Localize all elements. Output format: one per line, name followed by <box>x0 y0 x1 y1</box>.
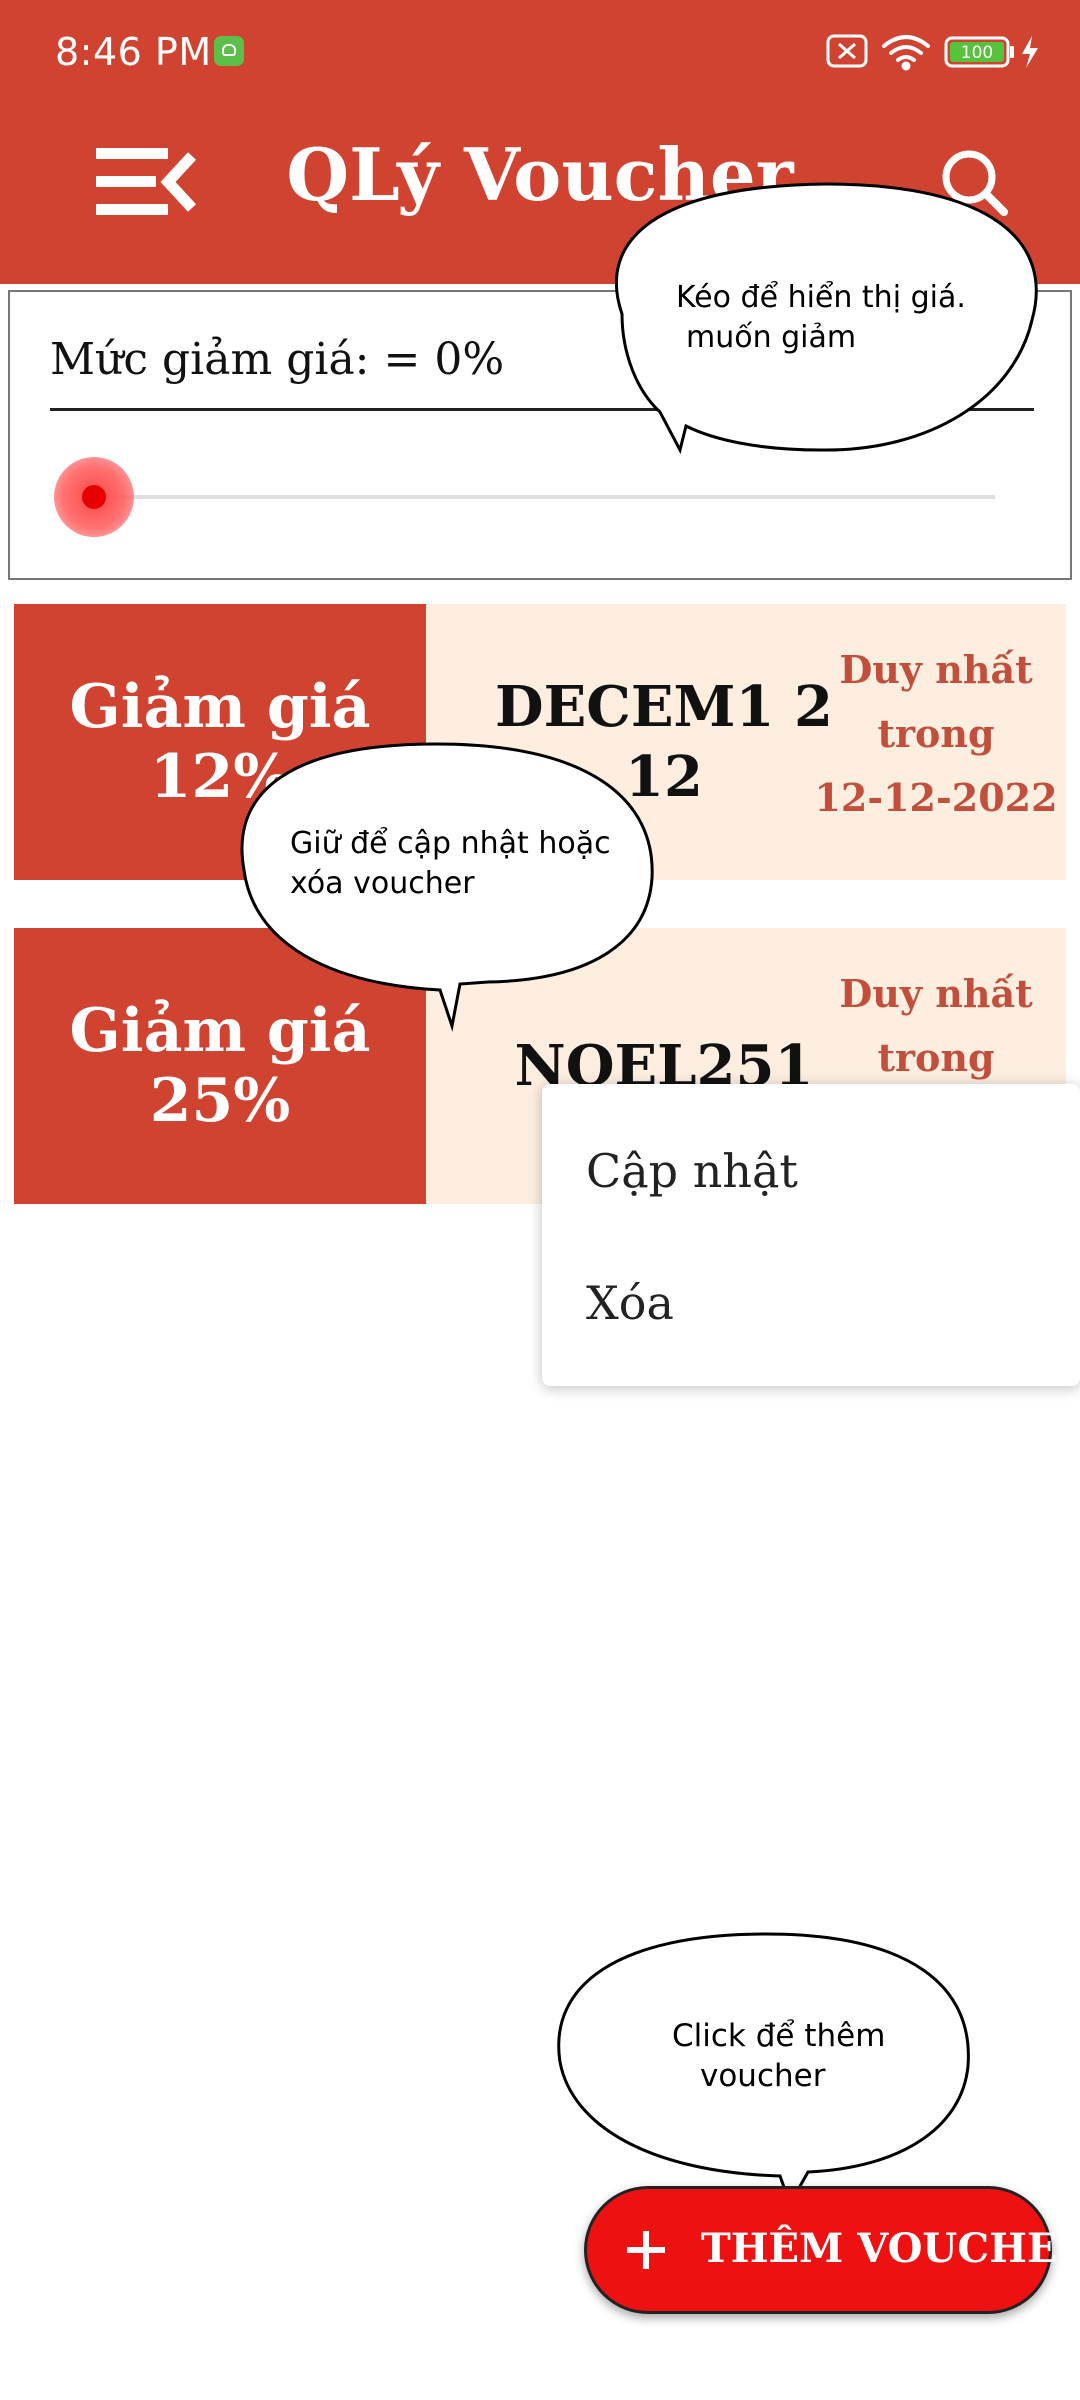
add-voucher-button[interactable]: THÊM VOUCHER <box>584 2186 1080 2314</box>
wifi-icon <box>882 35 930 71</box>
fab-hint-text: Click để thêm voucher <box>672 2016 885 2096</box>
voucher-expiry-line: Duy nhất <box>839 971 1033 1016</box>
add-voucher-label: THÊM VOUCHER <box>701 2225 1080 2272</box>
page-title: QLý Voucher <box>286 132 794 217</box>
discount-slider-thumb-dot[interactable] <box>82 485 106 509</box>
voucher-hint-text: Giữ để cập nhật hoặc xóa voucher <box>290 824 611 904</box>
status-icons: 100 <box>826 34 1038 71</box>
voucher-expiry-line: trong <box>877 711 995 756</box>
battery-icon: 100 <box>944 36 1014 68</box>
tooltip-line: Giữ để cập nhật hoặc <box>290 826 611 861</box>
no-sim-icon <box>826 34 868 68</box>
menu-item-delete[interactable]: Xóa <box>586 1276 674 1330</box>
slider-hint-text: Kéo để hiển thị giá. muốn giảm <box>676 278 966 358</box>
voucher-expiry-date: 12-12-2022 <box>814 775 1058 820</box>
voucher-discount-label: Giảm giá <box>69 996 371 1066</box>
svg-text:100: 100 <box>961 43 993 63</box>
tooltip-line: Click để thêm <box>672 2018 886 2054</box>
discount-label-underline <box>50 408 1034 411</box>
discount-slider-track[interactable] <box>95 495 995 499</box>
charging-icon <box>1022 36 1038 68</box>
search-icon[interactable] <box>938 146 1010 218</box>
voucher-expiry-line: trong <box>877 1035 995 1080</box>
menu-item-update[interactable]: Cập nhật <box>586 1144 798 1198</box>
tooltip-line: voucher <box>700 2058 826 2094</box>
tooltip-line: xóa voucher <box>290 866 475 901</box>
status-time: 8:46 PM <box>55 30 212 74</box>
tooltip-line: muốn giảm <box>686 320 857 355</box>
voucher-discount-label: Giảm giá <box>69 672 371 742</box>
voucher-discount-value: 12% <box>149 742 291 812</box>
voucher-expiry: Duy nhất trong 12-12-2022 <box>806 638 1066 830</box>
voucher-expiry-line: Duy nhất <box>839 647 1033 692</box>
voucher-context-menu: Cập nhật Xóa <box>542 1084 1080 1386</box>
notification-app-icon <box>214 36 244 66</box>
discount-level-label: Mức giảm giá: = 0% <box>50 334 505 385</box>
tooltip-line: Kéo để hiển thị giá. <box>676 280 966 315</box>
voucher-expiry: Duy nhất trong <box>806 962 1066 1090</box>
voucher-discount: Giảm giá 25% <box>14 928 426 1204</box>
voucher-discount-value: 25% <box>149 1066 291 1136</box>
app-bar: 8:46 PM 100 QLý Voucher <box>0 0 1080 284</box>
plus-icon <box>627 2231 665 2269</box>
